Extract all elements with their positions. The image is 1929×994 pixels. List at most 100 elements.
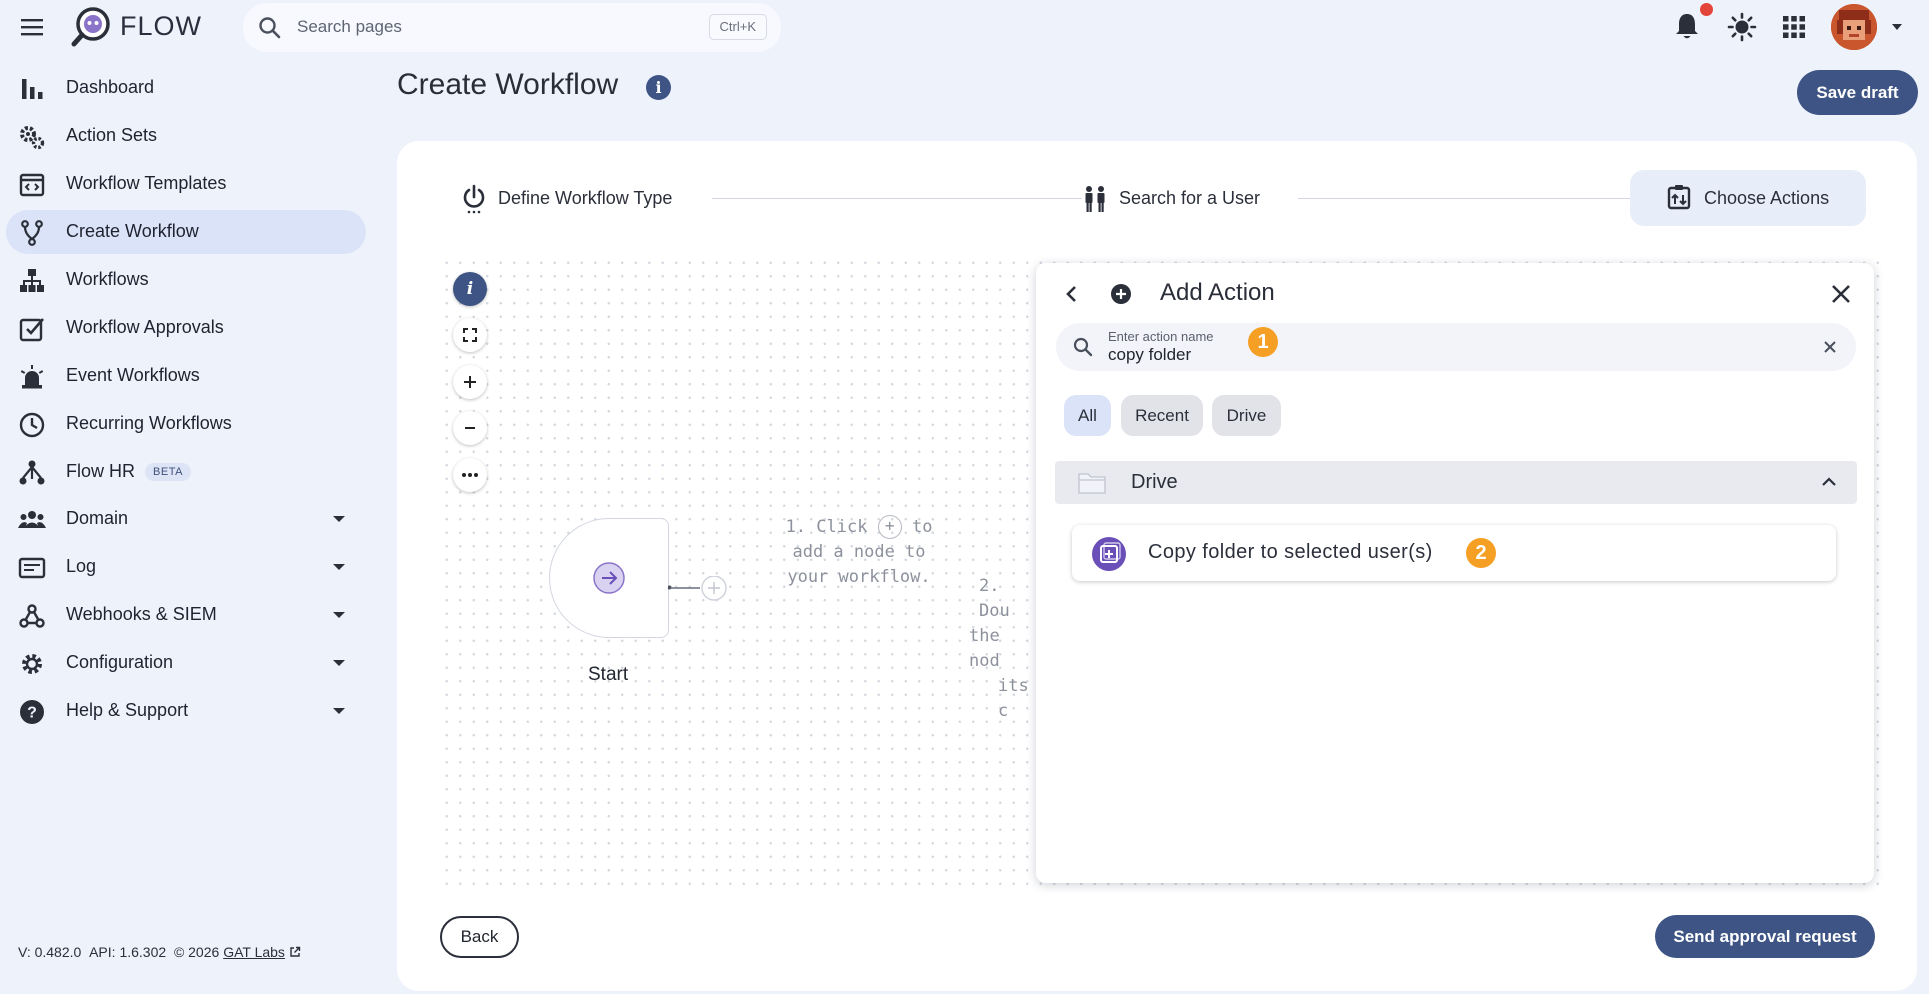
filter-chip-recent[interactable]: Recent bbox=[1121, 395, 1203, 436]
hint1-line2: add a node to bbox=[792, 542, 926, 562]
info-icon[interactable]: i bbox=[646, 75, 671, 100]
sidebar-item-workflow-templates[interactable]: Workflow Templates bbox=[6, 162, 366, 206]
copy-folder-icon bbox=[1092, 537, 1126, 571]
user-avatar[interactable] bbox=[1831, 4, 1877, 50]
hint2-line1: 2. Dou bbox=[979, 576, 1010, 621]
add-circle-icon bbox=[1109, 282, 1133, 306]
app-name: FLOW bbox=[120, 11, 202, 41]
sidebar-item-label: Create Workflow bbox=[66, 221, 199, 241]
sidebar-item-dashboard[interactable]: Dashboard bbox=[6, 66, 366, 110]
action-copy-folder-to-users[interactable]: Copy folder to selected user(s) 2 bbox=[1072, 525, 1836, 581]
action-search-label: Enter action name bbox=[1108, 329, 1214, 344]
start-connector[interactable] bbox=[668, 576, 730, 602]
users-group-icon bbox=[18, 506, 46, 534]
sidebar-item-label: Flow HR BETA bbox=[66, 461, 191, 482]
step-search-for-user[interactable]: Search for a User bbox=[1119, 188, 1260, 209]
menu-icon[interactable] bbox=[18, 14, 46, 40]
sidebar-item-label: Domain bbox=[66, 508, 129, 528]
hint1-to: to bbox=[911, 517, 933, 537]
sidebar-item-label: Workflow Templates bbox=[66, 173, 227, 193]
hint2-line3: its c bbox=[998, 676, 1029, 721]
minus-icon bbox=[465, 427, 475, 429]
sidebar-item-label: Dashboard bbox=[66, 77, 155, 97]
hint2-line2: the nod bbox=[969, 626, 1000, 671]
filter-chip-all[interactable]: All bbox=[1064, 395, 1111, 436]
sidebar-item-create-workflow[interactable]: Create Workflow bbox=[6, 210, 366, 254]
action-label: Copy folder to selected user(s) bbox=[1148, 541, 1433, 563]
sidebar-item-help-support[interactable]: ? Help & Support bbox=[6, 689, 366, 733]
chevron-down-icon bbox=[332, 563, 346, 571]
fit-view-button[interactable] bbox=[453, 318, 487, 352]
sidebar-item-workflow-approvals[interactable]: Workflow Approvals bbox=[6, 306, 366, 350]
sidebar-item-webhooks-siem[interactable]: Webhooks & SIEM bbox=[6, 593, 366, 637]
step-badge-1: 1 bbox=[1248, 327, 1278, 357]
more-options-button[interactable] bbox=[453, 458, 487, 492]
back-chevron-icon[interactable] bbox=[1060, 282, 1084, 306]
external-link-icon bbox=[290, 946, 301, 957]
gears-icon bbox=[18, 123, 46, 151]
fork-icon bbox=[18, 219, 46, 247]
log-list-icon bbox=[18, 554, 46, 582]
sidebar-item-log[interactable]: Log bbox=[6, 545, 366, 589]
search-icon bbox=[257, 15, 283, 41]
step-badge-2: 2 bbox=[1466, 538, 1496, 568]
back-button[interactable]: Back bbox=[440, 916, 519, 958]
gear-icon bbox=[18, 650, 46, 678]
step-choose-actions[interactable]: Choose Actions bbox=[1630, 170, 1866, 226]
bell-icon[interactable] bbox=[1673, 11, 1701, 41]
sidebar-item-label: Event Workflows bbox=[66, 365, 200, 385]
sidebar-item-flow-hr[interactable]: Flow HR BETA bbox=[6, 450, 366, 494]
sidebar-item-label: Recurring Workflows bbox=[66, 413, 232, 433]
sidebar-item-label: Workflows bbox=[66, 269, 149, 289]
sidebar-item-event-workflows[interactable]: Event Workflows bbox=[6, 354, 366, 398]
canvas-info-button[interactable]: i bbox=[453, 272, 487, 306]
more-dots-icon bbox=[462, 473, 478, 477]
account-menu-caret-icon[interactable] bbox=[1890, 22, 1904, 32]
chevron-up-icon bbox=[1821, 476, 1837, 488]
beta-badge: BETA bbox=[145, 463, 191, 481]
action-search-field[interactable]: Enter action name copy folder 1 bbox=[1056, 323, 1856, 371]
zoom-in-button[interactable] bbox=[453, 365, 487, 399]
alarm-light-icon bbox=[18, 363, 46, 391]
hierarchy-icon bbox=[18, 267, 46, 295]
sidebar-item-workflows[interactable]: Workflows bbox=[6, 258, 366, 302]
flow-logo-icon[interactable] bbox=[70, 5, 112, 47]
sidebar-item-label: Action Sets bbox=[66, 125, 158, 145]
panel-title: Add Action bbox=[1160, 279, 1275, 306]
sidebar-item-label: Configuration bbox=[66, 652, 174, 672]
clear-search-icon[interactable] bbox=[1822, 339, 1838, 355]
sidebar-item-label: Workflow Approvals bbox=[66, 317, 224, 337]
company-link[interactable]: GAT Labs bbox=[223, 944, 285, 960]
power-icon bbox=[461, 184, 487, 214]
drive-group-header[interactable]: Drive bbox=[1055, 461, 1857, 504]
bar-chart-icon bbox=[18, 75, 46, 103]
people-search-icon bbox=[1082, 185, 1108, 213]
chevron-down-icon bbox=[332, 611, 346, 619]
start-node[interactable] bbox=[549, 518, 669, 638]
folder-icon bbox=[1077, 470, 1107, 496]
sidebar-item-configuration[interactable]: Configuration bbox=[6, 641, 366, 685]
sidebar-item-action-sets[interactable]: Action Sets bbox=[6, 114, 366, 158]
sun-icon[interactable] bbox=[1727, 12, 1757, 42]
hint1-line3: your workflow. bbox=[787, 567, 931, 587]
notification-dot bbox=[1700, 3, 1713, 16]
step-connector bbox=[712, 198, 1082, 199]
step-connector bbox=[1298, 198, 1630, 199]
sidebar-item-recurring-workflows[interactable]: Recurring Workflows bbox=[6, 402, 366, 446]
save-draft-button[interactable]: Save draft bbox=[1797, 70, 1918, 115]
webhook-icon bbox=[18, 602, 46, 630]
sidebar-item-domain[interactable]: Domain bbox=[6, 497, 366, 541]
arrow-right-circle-icon bbox=[592, 561, 626, 595]
version-text: V: 0.482.0 bbox=[18, 944, 82, 960]
close-icon[interactable] bbox=[1828, 281, 1854, 307]
action-search-value: copy folder bbox=[1108, 345, 1192, 364]
apps-grid-icon[interactable] bbox=[1782, 15, 1806, 39]
step-define-workflow-type[interactable]: Define Workflow Type bbox=[498, 188, 672, 209]
search-pages-input[interactable]: Search pages Ctrl+K bbox=[243, 3, 781, 52]
hint1-line1: 1. Click bbox=[785, 517, 868, 537]
send-approval-request-button[interactable]: Send approval request bbox=[1655, 915, 1875, 958]
template-icon bbox=[18, 171, 46, 199]
canvas-hint-1: 1. Click + to add a node to your workflo… bbox=[784, 515, 934, 590]
zoom-out-button[interactable] bbox=[453, 411, 487, 445]
filter-chip-drive[interactable]: Drive bbox=[1212, 395, 1281, 436]
